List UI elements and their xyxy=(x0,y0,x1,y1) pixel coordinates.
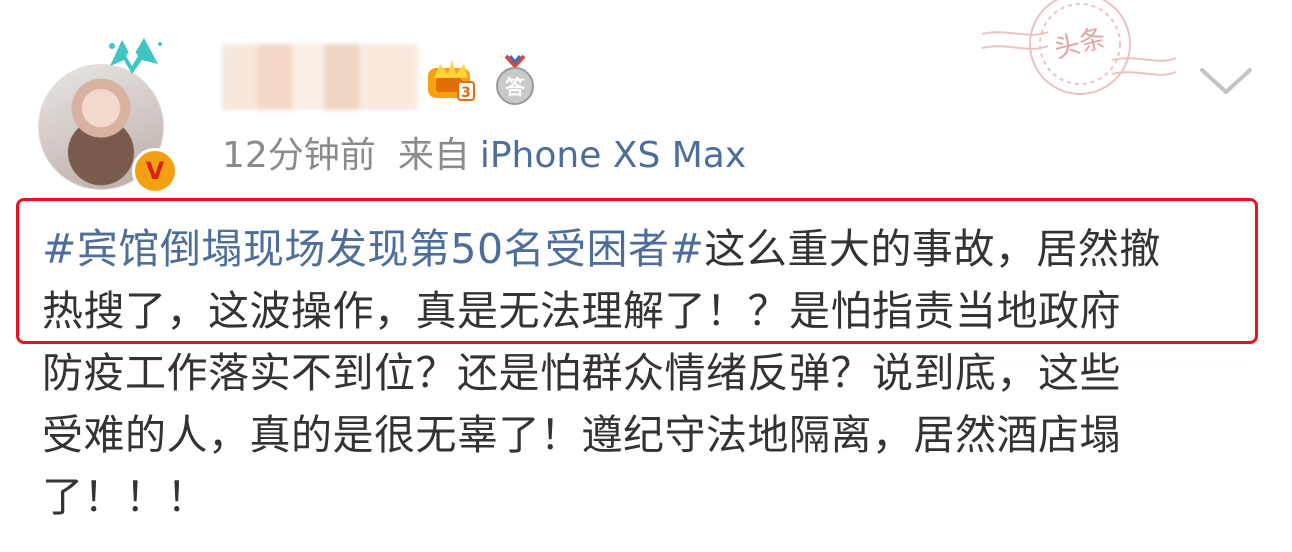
answer-badge-icon[interactable]: 答 xyxy=(494,54,536,106)
chevron-down-icon[interactable] xyxy=(1196,62,1256,98)
stamp-text: 头条 xyxy=(1051,23,1109,65)
source-device-link[interactable]: iPhone XS Max xyxy=(480,135,746,176)
avatar-container[interactable]: V xyxy=(36,38,178,194)
hashtag-link[interactable]: #宾馆倒塌现场发现第50名受困者# xyxy=(42,225,704,273)
crown-level: 3 xyxy=(461,85,471,101)
post-meta: 12分钟前 来自 iPhone XS Max xyxy=(222,132,746,180)
post-body: #宾馆倒塌现场发现第50名受困者#这么重大的事故，居然撤 热搜了，这波操作，真是… xyxy=(42,218,1252,528)
verified-v-icon: V xyxy=(132,148,178,194)
postmark-stamp-icon: 头条 xyxy=(981,0,1177,95)
source-label: 来自 xyxy=(397,135,470,176)
post-line-2: 热搜了，这波操作，真是无法理解了！？是怕指责当地政府 xyxy=(42,287,1121,335)
crown-member-icon[interactable]: 3 xyxy=(426,52,476,104)
post-line-3: 防疫工作落实不到位？还是怕群众情绪反弹？说到底，这些 xyxy=(42,349,1121,397)
post-line-1-text: 这么重大的事故，居然撤 xyxy=(704,225,1161,273)
answer-badge-text: 答 xyxy=(505,75,526,99)
post-time[interactable]: 12分钟前 xyxy=(222,135,376,176)
avatar-decoration-icon xyxy=(109,38,162,74)
username-blurred[interactable] xyxy=(222,44,418,110)
post-line-4: 受难的人，真的是很无辜了！遵纪守法地隔离，居然酒店塌 xyxy=(42,411,1121,459)
post-line-5: 了！！！ xyxy=(42,473,208,521)
post-line-1: #宾馆倒塌现场发现第50名受困者#这么重大的事故，居然撤 xyxy=(42,218,1252,280)
